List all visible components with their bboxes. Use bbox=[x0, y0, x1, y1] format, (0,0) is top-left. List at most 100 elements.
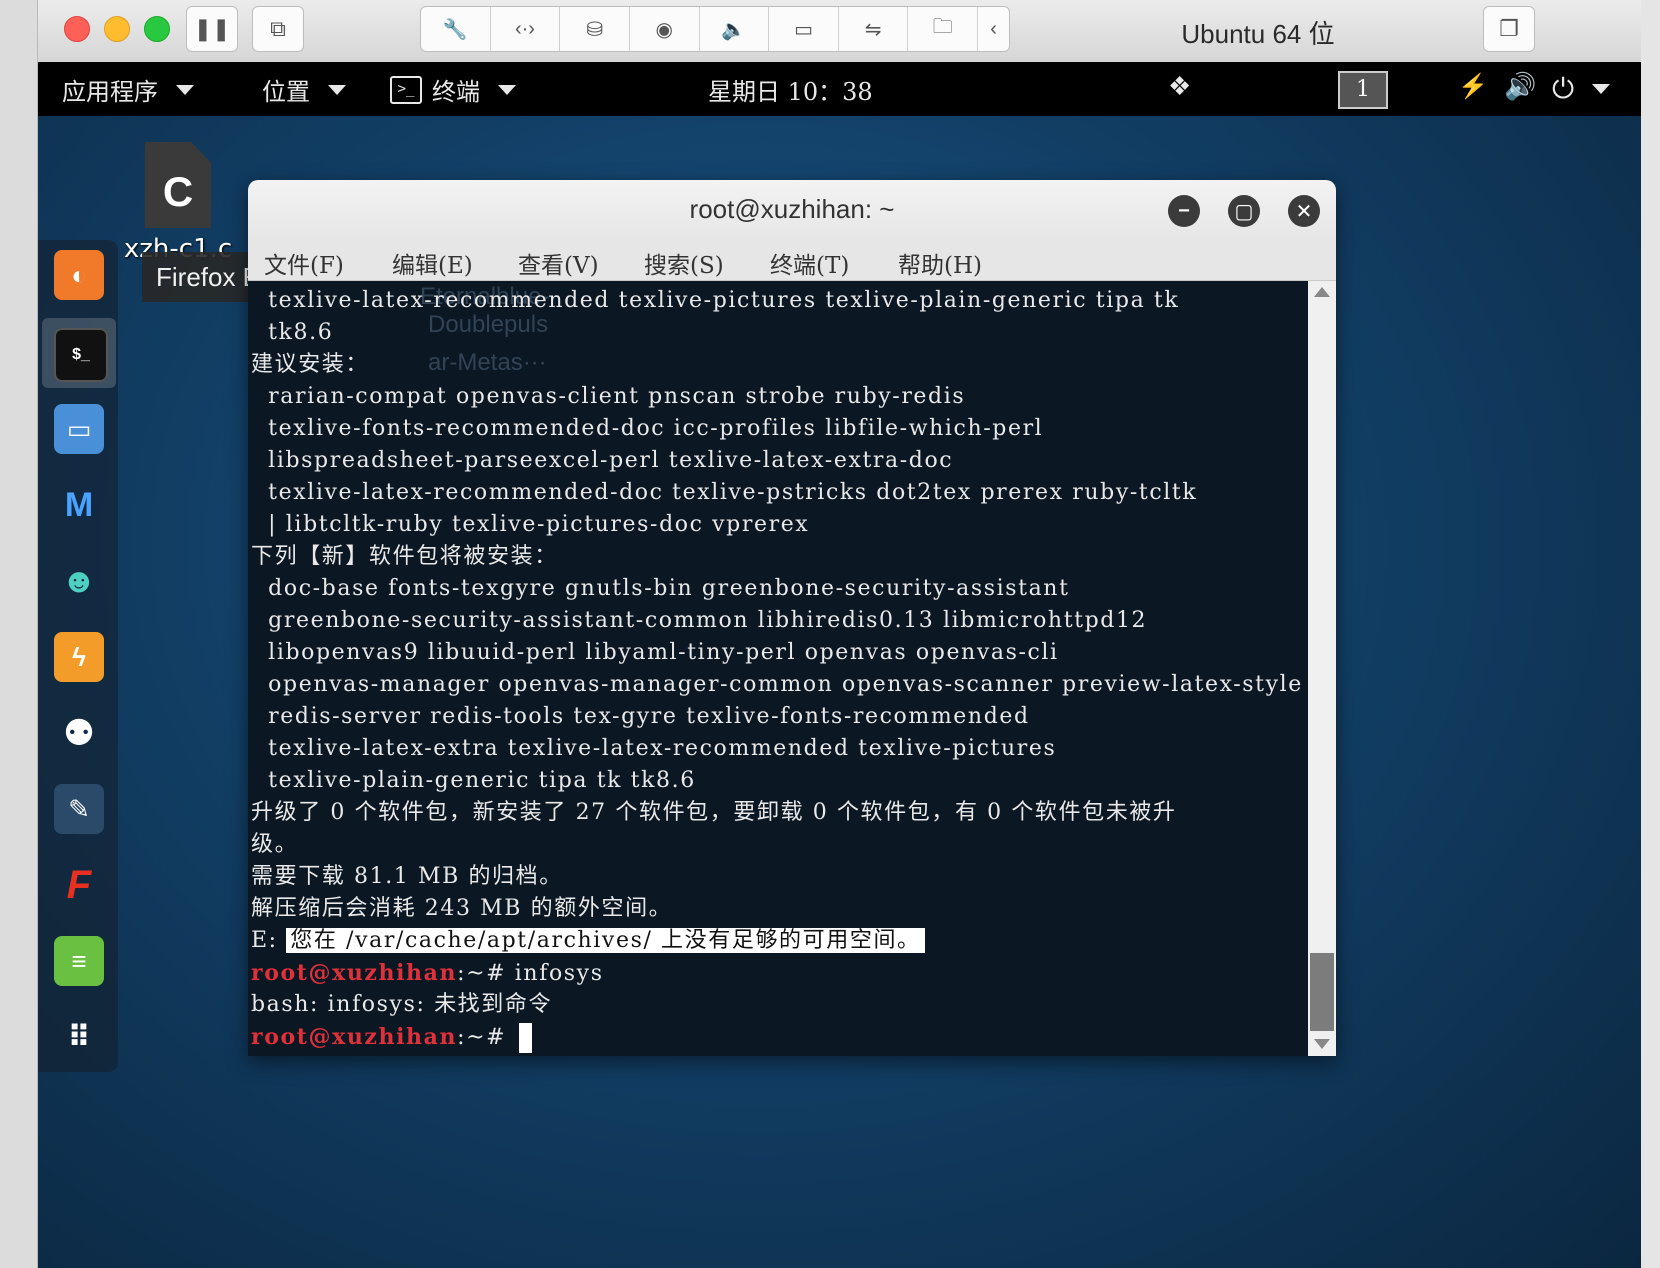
camera-icon: ◉ bbox=[655, 18, 673, 41]
scroll-down-icon[interactable] bbox=[1314, 1039, 1330, 1049]
text-cursor bbox=[518, 1023, 532, 1053]
settings-button[interactable]: 🔧 bbox=[421, 7, 491, 51]
snapshot-button[interactable]: ⧉ bbox=[252, 6, 304, 52]
output-line: libopenvas9 libuuid-perl libyaml-tiny-pe… bbox=[251, 640, 1059, 665]
prompt-suffix: :~# bbox=[457, 961, 515, 986]
command-line: root@xuzhihan:~# infosys bbox=[251, 957, 604, 989]
burpsuite-icon[interactable]: ϟ bbox=[54, 632, 104, 682]
host-titlebar: ❚❚ ⧉ 🔧 ‹·› ⛁ ◉ 🔈 ▭ ⇋ 🗀 ‹ Ubuntu 64 位 ❐ bbox=[38, 0, 1641, 63]
pause-button[interactable]: ❚❚ bbox=[186, 6, 238, 52]
menu-view[interactable]: 查看(V) bbox=[518, 246, 599, 280]
output-line: texlive-latex-extra texlive-latex-recomm… bbox=[251, 736, 1057, 761]
menu-terminal[interactable]: 终端(T) bbox=[770, 246, 849, 280]
beef-icon[interactable]: ✎ bbox=[54, 784, 104, 834]
text-editor-icon[interactable]: ≡ bbox=[54, 936, 104, 986]
output-line: 升级了 0 个软件包，新安装了 27 个软件包，要卸载 0 个软件包，有 0 个… bbox=[251, 800, 1177, 825]
video-icon: ▭ bbox=[794, 18, 813, 41]
faraday-icon[interactable]: F bbox=[54, 860, 104, 910]
guest-desktop: 应用程序 位置 >_ 终端 星期日 10：38 ❖ 1 ⚡ 🔊 ⏻ C xzh-c… bbox=[38, 62, 1641, 1268]
metasploit-icon[interactable]: M bbox=[54, 480, 104, 530]
output-line: redis-server redis-tools tex-gyre texliv… bbox=[251, 704, 1030, 729]
disk-button[interactable]: ⛁ bbox=[560, 7, 630, 51]
scrollbar-thumb[interactable] bbox=[1310, 953, 1334, 1031]
command-text: infosys bbox=[514, 961, 604, 986]
window-icon: ❐ bbox=[1499, 16, 1519, 41]
maximize-button[interactable]: ▢ bbox=[1228, 195, 1260, 227]
maltego-icon[interactable]: ⚉ bbox=[54, 708, 104, 758]
output-line: 级。 bbox=[251, 832, 299, 857]
menu-edit[interactable]: 编辑(E) bbox=[392, 246, 473, 280]
shared-folder-icon: 🗀 bbox=[932, 16, 953, 38]
caret-down-icon bbox=[328, 84, 346, 95]
error-prefix: E: bbox=[251, 928, 287, 953]
scroll-up-icon[interactable] bbox=[1314, 287, 1330, 297]
terminal-output[interactable]: Eternalblue- Doublepuls ar-Metas··· texl… bbox=[248, 281, 1308, 1056]
desktop-file[interactable]: C xzh-c1.c bbox=[118, 142, 238, 264]
places-menu[interactable]: 位置 bbox=[262, 72, 346, 107]
caret-down-icon bbox=[498, 84, 516, 95]
output-line: texlive-latex-recommended-doc texlive-ps… bbox=[251, 480, 1198, 505]
close-window-button[interactable] bbox=[64, 16, 90, 42]
volume-icon: 🔈 bbox=[721, 18, 747, 41]
menu-help[interactable]: 帮助(H) bbox=[898, 246, 982, 280]
wrench-icon: 🔧 bbox=[442, 18, 468, 41]
zoom-window-button[interactable] bbox=[144, 16, 170, 42]
dock: ◐ $_ ▭ M ☻ ϟ ⚉ ✎ F ≡ ⠿ bbox=[38, 240, 118, 1072]
selected-error-text: 您在 /var/cache/apt/archives/ 上没有足够的可用空间。 bbox=[286, 928, 925, 953]
code-button[interactable]: ‹·› bbox=[491, 7, 561, 51]
pause-icon: ❚❚ bbox=[193, 16, 231, 41]
prompt-user: root@xuzhihan bbox=[251, 960, 458, 986]
usb-button[interactable]: ⇋ bbox=[839, 7, 909, 51]
terminal-icon: >_ bbox=[390, 75, 422, 104]
collapse-toolbar-button[interactable]: ‹ bbox=[978, 7, 1009, 51]
workspace-indicator[interactable]: 1 bbox=[1338, 71, 1388, 109]
app-grid-icon[interactable]: ⠿ bbox=[54, 1012, 104, 1062]
ghost-text: ar-Metas··· bbox=[428, 349, 547, 376]
output-line: 建议安装： bbox=[251, 352, 370, 377]
camera-button[interactable]: ◉ bbox=[630, 7, 700, 51]
output-line: openvas-manager openvas-manager-common o… bbox=[251, 672, 1303, 697]
window-mode-button[interactable]: ❐ bbox=[1483, 6, 1535, 52]
terminal-menubar: 文件(F) 编辑(E) 查看(V) 搜索(S) 终端(T) 帮助(H) bbox=[248, 242, 1336, 281]
caret-down-icon bbox=[176, 84, 194, 95]
caret-down-icon bbox=[1592, 84, 1611, 94]
error-line: E: 您在 /var/cache/apt/archives/ 上没有足够的可用空… bbox=[251, 925, 925, 957]
terminal-scrollbar[interactable] bbox=[1308, 281, 1336, 1056]
output-line: 下列【新】软件包将被安装： bbox=[251, 544, 558, 569]
firefox-icon[interactable]: ◐ bbox=[54, 250, 104, 300]
video-button[interactable]: ▭ bbox=[769, 7, 839, 51]
prompt-suffix: :~# bbox=[457, 1025, 515, 1050]
c-file-icon: C bbox=[145, 142, 211, 228]
terminal-icon[interactable]: $_ bbox=[54, 328, 108, 382]
terminal-titlebar[interactable]: root@xuzhihan: ~ − ▢ ✕ bbox=[248, 180, 1336, 242]
terminal-window[interactable]: root@xuzhihan: ~ − ▢ ✕ 文件(F) 编辑(E) 查看(V)… bbox=[248, 180, 1336, 1056]
apps-grid-icon[interactable]: ❖ bbox=[1168, 72, 1191, 102]
menu-file[interactable]: 文件(F) bbox=[264, 246, 344, 280]
output-line: texlive-latex-recommended texlive-pictur… bbox=[251, 288, 1180, 313]
square-icon: ▢ bbox=[1234, 200, 1254, 223]
terminal-menu-label: 终端 bbox=[432, 78, 480, 106]
background-window-edge bbox=[1641, 0, 1660, 1268]
power-icon[interactable]: ⏻ bbox=[1552, 72, 1611, 106]
network-icon[interactable]: ⚡ bbox=[1458, 72, 1488, 100]
menu-search[interactable]: 搜索(S) bbox=[644, 246, 724, 280]
close-button[interactable]: ✕ bbox=[1288, 195, 1320, 227]
clock-label: 星期日 10：38 bbox=[708, 78, 873, 106]
apps-menu[interactable]: 应用程序 bbox=[62, 72, 194, 107]
minimize-window-button[interactable] bbox=[104, 16, 130, 42]
minimize-button[interactable]: − bbox=[1168, 195, 1200, 227]
snapshot-icon: ⧉ bbox=[270, 16, 286, 41]
folder-icon[interactable]: ▭ bbox=[54, 404, 104, 454]
active-prompt-line[interactable]: root@xuzhihan:~# bbox=[251, 1021, 532, 1053]
volume-button[interactable]: 🔈 bbox=[700, 7, 770, 51]
code-icon: ‹·› bbox=[514, 17, 535, 40]
shared-folder-button[interactable]: 🗀 bbox=[908, 7, 979, 51]
terminal-app-menu[interactable]: >_ 终端 bbox=[390, 72, 516, 107]
device-toolbar: 🔧 ‹·› ⛁ ◉ 🔈 ▭ ⇋ 🗀 ‹ bbox=[420, 6, 1010, 52]
apps-menu-label: 应用程序 bbox=[62, 78, 158, 106]
volume-icon[interactable]: 🔊 bbox=[1504, 72, 1536, 102]
output-line: texlive-fonts-recommended-doc icc-profil… bbox=[251, 416, 1044, 441]
armitage-icon[interactable]: ☻ bbox=[54, 556, 104, 606]
clock[interactable]: 星期日 10：38 bbox=[708, 72, 873, 107]
output-line: greenbone-security-assistant-common libh… bbox=[251, 608, 1148, 633]
